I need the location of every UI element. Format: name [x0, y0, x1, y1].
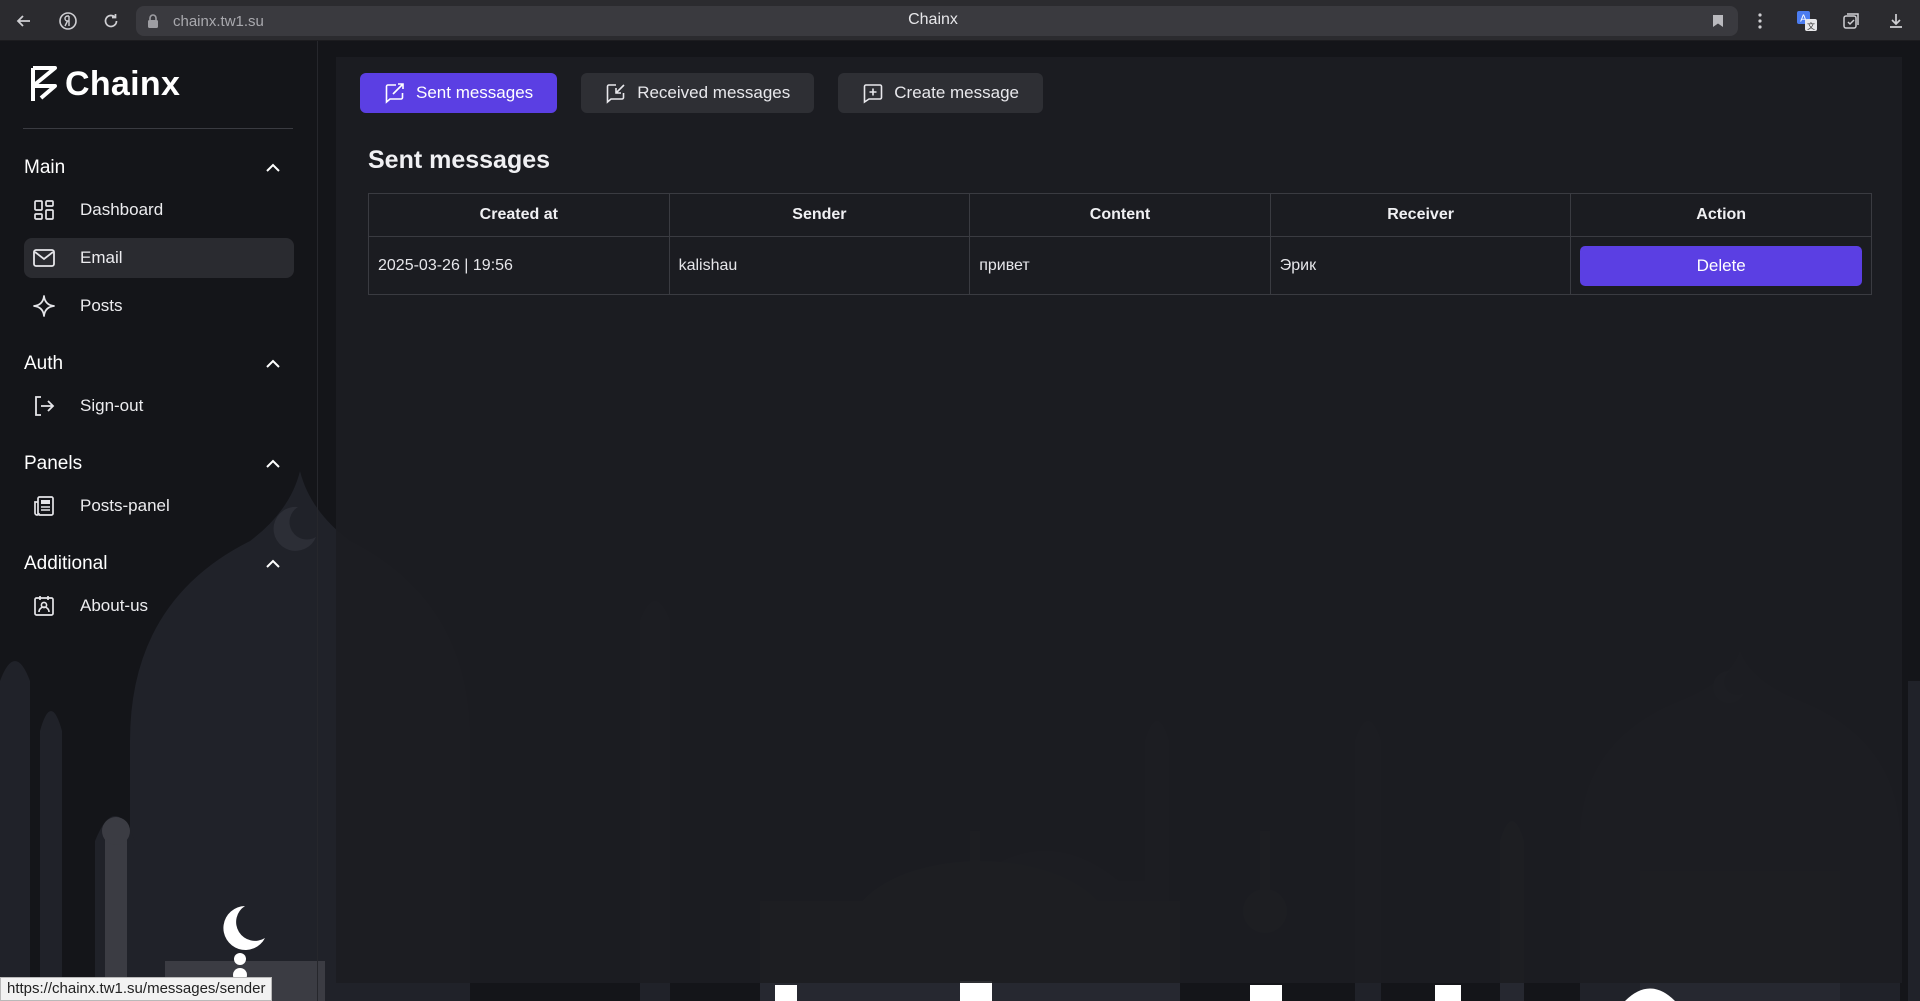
- tab-sent-messages[interactable]: Sent messages: [360, 73, 558, 113]
- sidebar-item-dashboard[interactable]: Dashboard: [24, 190, 294, 230]
- sidebar: Chainx Main Dashboard Email Posts Auth S…: [0, 41, 318, 1001]
- main-panel: Sent messages Received messages Create m…: [336, 57, 1902, 983]
- sidebar-item-about-us[interactable]: About-us: [24, 586, 294, 626]
- sidebar-item-posts[interactable]: Posts: [24, 286, 294, 326]
- section-title: Main: [24, 157, 66, 178]
- tab-create-message[interactable]: Create message: [838, 73, 1043, 113]
- sidebar-item-label: About-us: [80, 596, 149, 615]
- dashboard-icon: [24, 190, 64, 230]
- section-panels[interactable]: Panels: [24, 449, 288, 479]
- sidebar-item-label: Email: [80, 248, 123, 267]
- sidebar-item-label: Sign-out: [80, 396, 144, 415]
- section-title: Panels: [24, 453, 83, 474]
- chevron-up-icon[interactable]: [264, 455, 282, 473]
- chevron-up-icon[interactable]: [264, 159, 282, 177]
- svg-text:文: 文: [1807, 21, 1815, 31]
- sidebar-item-sign-out[interactable]: Sign-out: [24, 386, 294, 426]
- chevron-up-icon[interactable]: [264, 555, 282, 573]
- divider: [23, 128, 293, 129]
- section-main[interactable]: Main: [24, 153, 288, 183]
- address-bar[interactable]: chainx.tw1.su: [136, 6, 1738, 36]
- mail-icon: [24, 238, 64, 278]
- tab-label: Create message: [894, 83, 1019, 102]
- reload-icon[interactable]: [98, 8, 124, 34]
- send-message-icon: [385, 83, 404, 104]
- more-vertical-icon[interactable]: [1747, 8, 1773, 34]
- message-tabs: Sent messages Received messages Create m…: [360, 73, 1043, 113]
- cell-sender: kalishau: [668, 236, 971, 295]
- tab-label: Received messages: [637, 83, 791, 102]
- cell-action: Delete: [1570, 236, 1872, 295]
- bookmark-icon[interactable]: [1712, 14, 1724, 28]
- column-header-content: Content: [969, 193, 1271, 237]
- sidebar-item-label: Posts: [80, 296, 123, 315]
- sidebar-item-posts-panel[interactable]: Posts-panel: [24, 486, 294, 526]
- cell-receiver: Эрик: [1269, 236, 1572, 295]
- translate-icon[interactable]: A文: [1794, 8, 1820, 34]
- section-title: Additional: [24, 553, 108, 574]
- lock-icon: [148, 14, 158, 28]
- section-title: Auth: [24, 353, 64, 374]
- sidebar-item-email[interactable]: Email: [24, 238, 294, 278]
- cell-content: привет: [969, 236, 1271, 295]
- add-message-icon: [863, 84, 883, 104]
- chainx-logo-icon: [31, 66, 57, 101]
- table-row: 2025-03-26 | 19:56 kalishau привет Эрик …: [368, 236, 1872, 295]
- brand-name: Chainx: [65, 64, 181, 103]
- page-title: Sent messages: [368, 146, 551, 174]
- contact-card-icon: [24, 586, 64, 626]
- messages-table: Created at Sender Content Receiver Actio…: [368, 193, 1872, 295]
- table-header-row: Created at Sender Content Receiver Actio…: [368, 193, 1872, 237]
- tab-label: Sent messages: [416, 83, 534, 102]
- tab-received-messages[interactable]: Received messages: [581, 73, 815, 113]
- newspaper-icon: [24, 486, 64, 526]
- status-bar-url: https://chainx.tw1.su/messages/sender: [0, 977, 273, 1001]
- column-header-receiver: Receiver: [1269, 193, 1572, 237]
- section-auth[interactable]: Auth: [24, 349, 288, 379]
- column-header-created-at: Created at: [368, 193, 670, 237]
- column-header-action: Action: [1570, 193, 1872, 237]
- section-additional[interactable]: Additional: [24, 549, 288, 579]
- sparkle-icon: [24, 286, 64, 326]
- collections-icon[interactable]: [1838, 8, 1864, 34]
- sidebar-item-label: Dashboard: [80, 200, 164, 219]
- cell-created-at: 2025-03-26 | 19:56: [368, 236, 670, 295]
- received-message-icon: [606, 84, 625, 104]
- download-icon[interactable]: [1883, 8, 1909, 34]
- yandex-icon[interactable]: [55, 8, 81, 34]
- sidebar-item-label: Posts-panel: [80, 496, 170, 515]
- address-url: chainx.tw1.su: [173, 13, 264, 30]
- back-icon[interactable]: [11, 8, 37, 34]
- brand-logo[interactable]: Chainx: [29, 64, 180, 104]
- delete-button[interactable]: Delete: [1580, 245, 1862, 286]
- sign-out-icon: [24, 386, 64, 426]
- column-header-sender: Sender: [668, 193, 971, 237]
- browser-toolbar: chainx.tw1.su Chainx A文: [0, 0, 1920, 41]
- chevron-up-icon[interactable]: [264, 355, 282, 373]
